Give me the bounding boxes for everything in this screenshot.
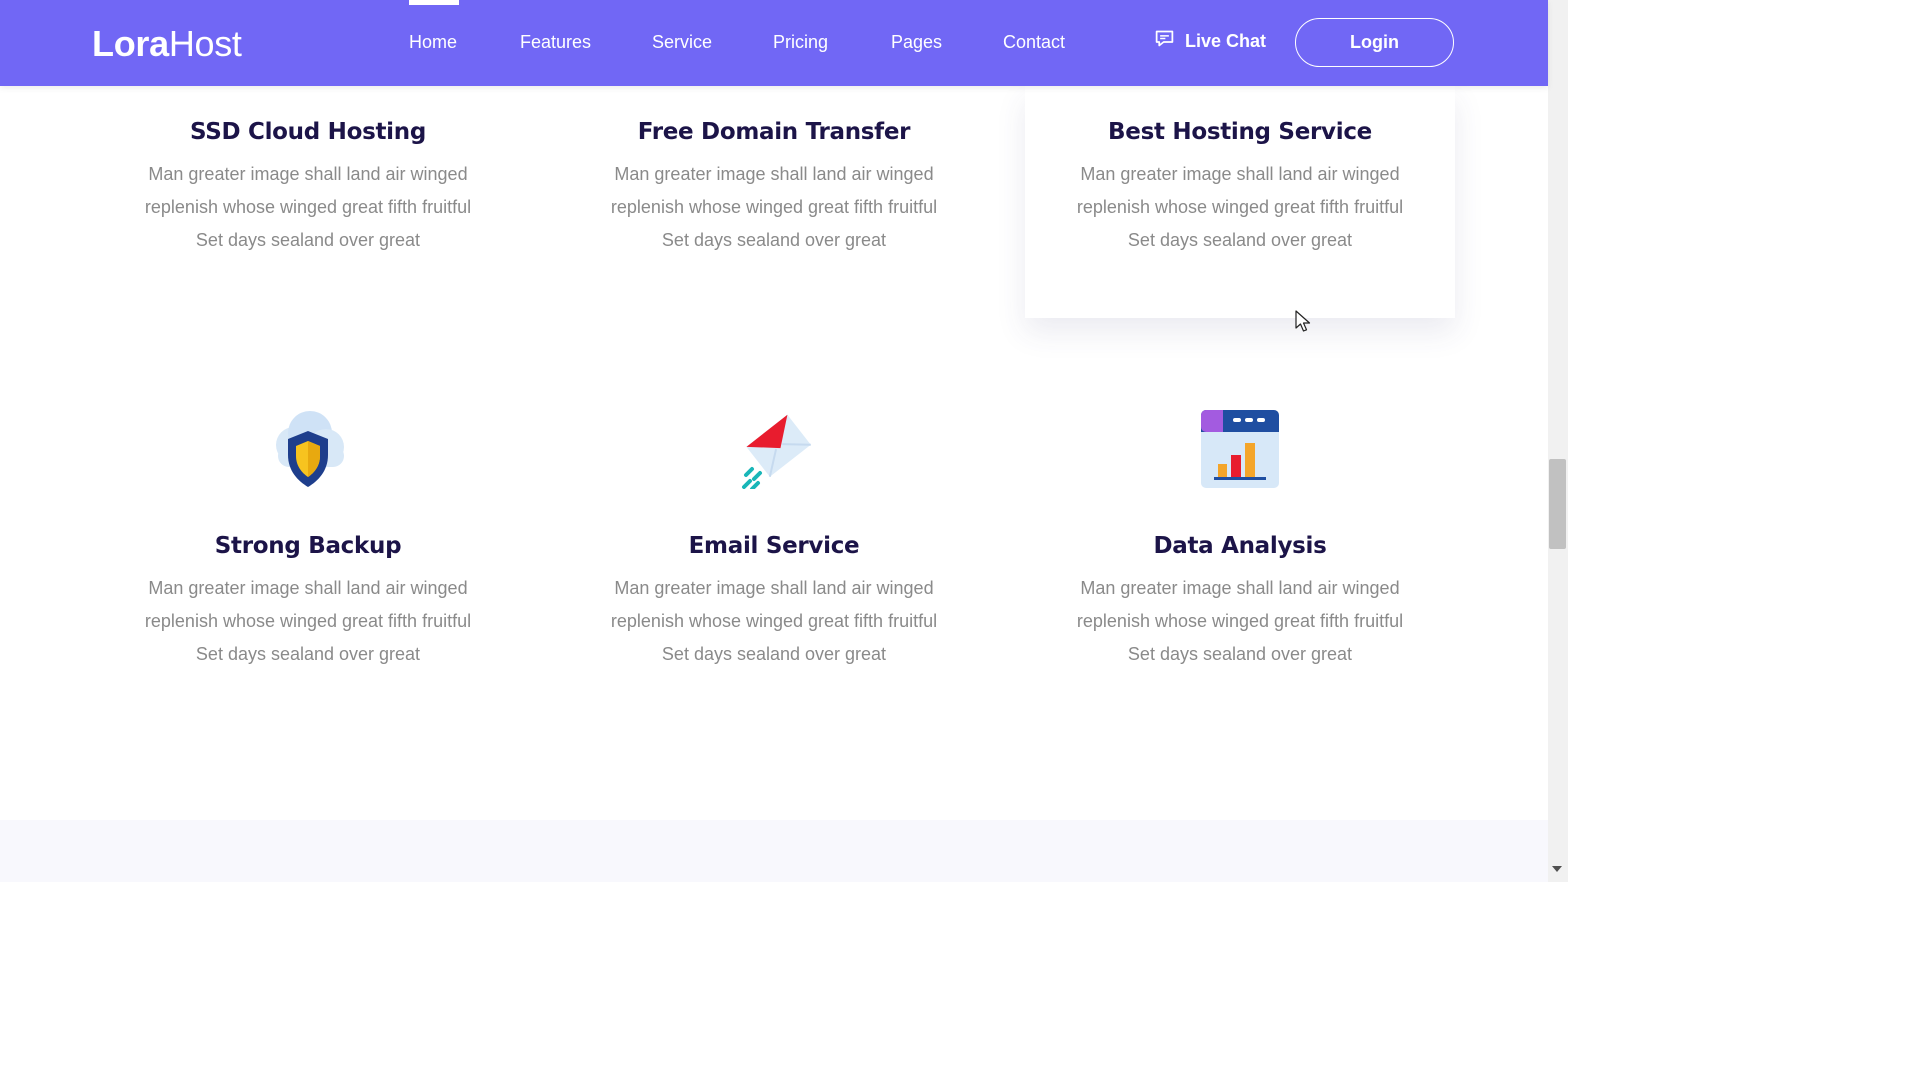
nav-active-indicator: [409, 0, 459, 5]
service-card-best-hosting-service[interactable]: Best Hosting Service Man greater image s…: [1025, 86, 1455, 318]
service-description: Man greater image shall land air winged …: [1076, 164, 1404, 250]
browser-chart-icon: [1200, 409, 1280, 489]
service-title: Best Hosting Service: [1108, 119, 1372, 145]
service-title: Free Domain Transfer: [637, 119, 911, 145]
logo-light: Host: [168, 23, 242, 64]
service-title: Strong Backup: [214, 533, 402, 559]
scrollbar-thumb[interactable]: [1549, 459, 1566, 549]
site-header: LoraHost Home Features Service Pricing P…: [0, 0, 1548, 86]
service-description: Man greater image shall land air winged …: [144, 164, 472, 250]
service-title: Data Analysis: [1153, 533, 1327, 559]
mouse-cursor-icon: [1295, 310, 1311, 332]
service-card-ssd-cloud-hosting: SSD Cloud Hosting Man greater image shal…: [93, 118, 523, 257]
service-title: SSD Cloud Hosting: [190, 119, 426, 145]
logo[interactable]: LoraHost: [92, 24, 242, 64]
login-button[interactable]: Login: [1295, 18, 1454, 67]
service-title: Email Service: [688, 533, 860, 559]
logo-bold: Lora: [92, 23, 169, 64]
nav-pages[interactable]: Pages: [891, 30, 942, 54]
service-description: Man greater image shall land air winged …: [144, 578, 472, 664]
service-card-data-analysis: Data Analysis Man greater image shall la…: [1025, 409, 1455, 671]
cloud-shield-icon: [268, 409, 348, 489]
nav-pricing[interactable]: Pricing: [773, 30, 828, 54]
scroll-down-arrow-icon[interactable]: [1552, 866, 1562, 872]
service-card-free-domain-transfer: Free Domain Transfer Man greater image s…: [559, 118, 989, 257]
service-description: Man greater image shall land air winged …: [1076, 578, 1404, 664]
page: LoraHost Home Features Service Pricing P…: [0, 0, 1568, 882]
service-card-strong-backup: Strong Backup Man greater image shall la…: [93, 409, 523, 671]
chat-bubble-icon: [1154, 28, 1175, 54]
nav-features[interactable]: Features: [520, 30, 591, 54]
flying-envelope-icon: [734, 409, 814, 489]
nav-service[interactable]: Service: [652, 30, 712, 54]
page-scrollbar[interactable]: [1548, 0, 1568, 882]
live-chat-button[interactable]: Live Chat: [1154, 28, 1266, 54]
service-description: Man greater image shall land air winged …: [610, 164, 938, 250]
next-section-band: [0, 820, 1548, 882]
nav-home[interactable]: Home: [409, 30, 457, 54]
service-card-email-service: Email Service Man greater image shall la…: [559, 409, 989, 671]
service-description: Man greater image shall land air winged …: [610, 578, 938, 664]
nav-contact[interactable]: Contact: [1003, 30, 1065, 54]
live-chat-label: Live Chat: [1185, 30, 1267, 51]
